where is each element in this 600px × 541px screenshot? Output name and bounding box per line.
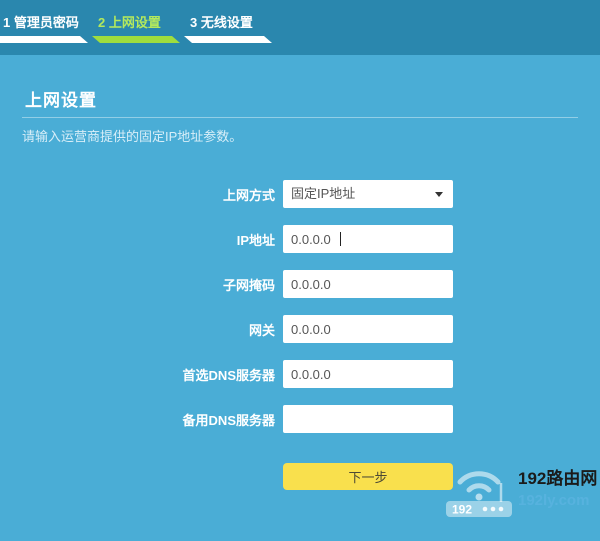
primary-dns-label: 首选DNS服务器 [0, 365, 275, 384]
primary-dns-input[interactable] [283, 360, 453, 388]
subnet-mask-input[interactable] [283, 270, 453, 298]
subnet-mask-label: 子网掩码 [0, 275, 275, 294]
step-label: 3 无线设置 [190, 12, 272, 31]
page-title: 上网设置 [25, 86, 97, 111]
watermark-site-name: 192路由网 [518, 470, 597, 487]
step-list: 1 管理员密码 2 上网设置 3 无线设置 [0, 0, 600, 43]
gateway-label: 网关 [0, 320, 275, 339]
ip-address-label: IP地址 [0, 230, 275, 249]
connection-type-value: 固定IP地址 [291, 186, 355, 201]
step-admin-password[interactable]: 1 管理员密码 [0, 12, 88, 43]
step-label: 2 上网设置 [98, 12, 180, 31]
wifi-router-icon: 192 [444, 456, 516, 520]
form-row-subnet-mask: 子网掩码 [0, 270, 600, 298]
page-subtitle: 请输入运营商提供的固定IP地址参数。 [22, 126, 242, 145]
watermark-text: 192路由网 192ly.com [518, 470, 597, 508]
step-progress-bar [92, 36, 180, 43]
gateway-input[interactable] [283, 315, 453, 343]
svg-text:192: 192 [452, 503, 472, 517]
next-step-button[interactable]: 下一步 [283, 463, 453, 490]
static-ip-form: 上网方式 固定IP地址 IP地址 子网掩码 网关 首选DNS服务器 备用DNS服… [0, 180, 600, 450]
step-internet-settings[interactable]: 2 上网设置 [92, 12, 180, 43]
ip-address-input[interactable] [283, 225, 453, 253]
form-row-ip-address: IP地址 [0, 225, 600, 253]
chevron-down-icon [435, 192, 443, 197]
site-watermark: 192 192路由网 192ly.com [444, 456, 594, 520]
text-caret [340, 232, 341, 246]
secondary-dns-label: 备用DNS服务器 [0, 410, 275, 429]
step-wireless-settings[interactable]: 3 无线设置 [184, 12, 272, 43]
connection-type-select[interactable]: 固定IP地址 [283, 180, 453, 208]
form-row-connection-type: 上网方式 固定IP地址 [0, 180, 600, 208]
watermark-site-url: 192ly.com [518, 493, 597, 508]
step-label: 1 管理员密码 [3, 12, 88, 31]
form-row-gateway: 网关 [0, 315, 600, 343]
step-progress-bar [184, 36, 272, 43]
form-row-secondary-dns: 备用DNS服务器 [0, 405, 600, 433]
title-divider [22, 117, 578, 118]
wizard-step-header: 1 管理员密码 2 上网设置 3 无线设置 [0, 0, 600, 55]
step-progress-bar [0, 36, 88, 43]
connection-type-label: 上网方式 [0, 185, 275, 204]
secondary-dns-input[interactable] [283, 405, 453, 433]
form-row-primary-dns: 首选DNS服务器 [0, 360, 600, 388]
